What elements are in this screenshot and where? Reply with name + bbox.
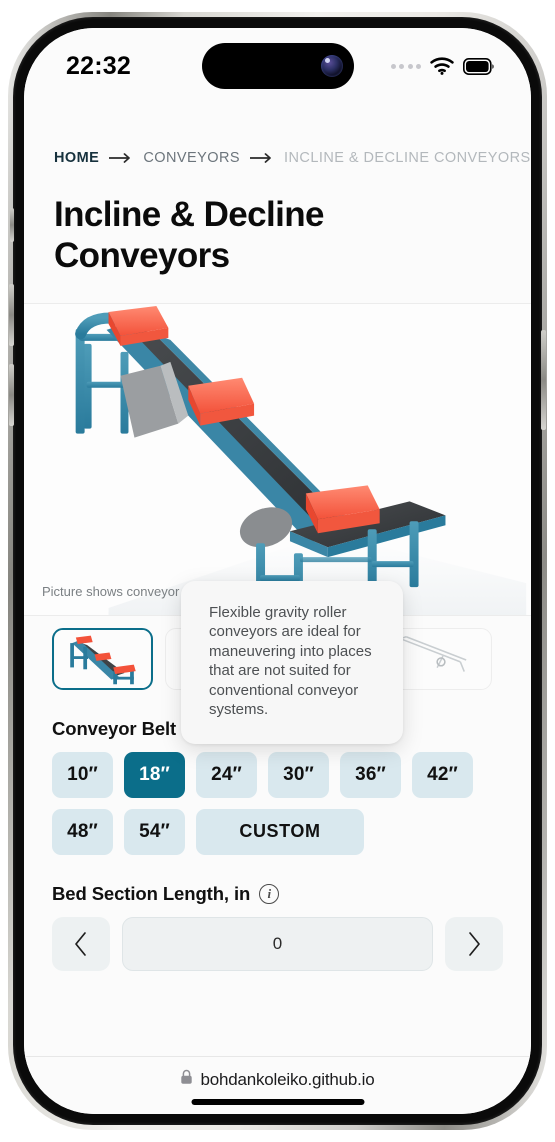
thumbnail-strip[interactable]: Flexible gravity roller conveyors are id… xyxy=(24,580,531,744)
belt-width-option-42[interactable]: 42″ xyxy=(412,751,473,798)
phone-screen: 22:32 HOME CONVEYORS INCLINE & DECLINE C… xyxy=(24,28,531,1114)
home-indicator[interactable] xyxy=(191,1099,364,1105)
battery-full-icon xyxy=(463,57,495,75)
bed-length-stepper[interactable]: 0 xyxy=(52,916,503,971)
url-row[interactable]: bohdankoleiko.github.io xyxy=(180,1069,375,1090)
dynamic-island[interactable] xyxy=(201,43,354,89)
silence-switch[interactable] xyxy=(10,208,14,242)
belt-width-option-36[interactable]: 36″ xyxy=(340,751,401,798)
hero-image-section: Picture shows conveyor with optional str… xyxy=(24,302,531,615)
front-camera-icon xyxy=(320,55,343,77)
belt-width-option-24[interactable]: 24″ xyxy=(196,751,257,798)
lock-icon xyxy=(180,1069,193,1090)
status-indicators xyxy=(390,57,496,75)
status-time: 22:32 xyxy=(66,51,131,80)
chevron-left-icon[interactable] xyxy=(52,916,110,971)
chevron-right-icon[interactable] xyxy=(445,916,503,971)
volume-up-button[interactable] xyxy=(9,284,14,346)
tooltip-popover: Flexible gravity roller conveyors are id… xyxy=(181,580,403,744)
schematic-conveyor-thumb[interactable] xyxy=(391,627,492,690)
page-title: Incline & Decline Conveyors xyxy=(54,195,324,276)
breadcrumb-item-home[interactable]: HOME xyxy=(54,150,99,166)
belt-width-option-30[interactable]: 30″ xyxy=(268,751,329,798)
belt-width-options[interactable]: 10″ 18″ 24″ 30″ 36″ 42″ 48″ 54″ CUSTOM xyxy=(52,751,503,855)
page-content: HOME CONVEYORS INCLINE & DECLINE CONVEYO… xyxy=(24,28,531,1056)
bed-length-value[interactable]: 0 xyxy=(122,916,433,971)
breadcrumb-item-current: INCLINE & DECLINE CONVEYORS xyxy=(284,150,531,166)
url-text[interactable]: bohdankoleiko.github.io xyxy=(200,1070,374,1090)
power-button[interactable] xyxy=(541,330,546,430)
volume-down-button[interactable] xyxy=(9,364,14,426)
belt-width-option-custom[interactable]: CUSTOM xyxy=(196,808,364,855)
signal-dots-icon xyxy=(390,63,421,69)
phone-frame: 22:32 HOME CONVEYORS INCLINE & DECLINE C… xyxy=(8,12,547,1130)
incline-decline-conveyor-image[interactable] xyxy=(24,303,531,615)
belt-width-option-10[interactable]: 10″ xyxy=(52,751,113,798)
belt-width-option-54[interactable]: 54″ xyxy=(124,808,185,855)
breadcrumb-item-conveyors[interactable]: CONVEYORS xyxy=(143,150,240,166)
belt-width-option-48[interactable]: 48″ xyxy=(52,808,113,855)
arrow-right-icon xyxy=(109,153,133,163)
bed-length-section: Bed Section Length, in i 0 xyxy=(52,883,503,971)
belt-width-option-18[interactable]: 18″ xyxy=(124,751,185,798)
info-icon[interactable]: i xyxy=(259,883,280,904)
arrow-right-icon xyxy=(250,153,274,163)
breadcrumb: HOME CONVEYORS INCLINE & DECLINE CONVEYO… xyxy=(24,92,531,166)
bed-length-label: Bed Section Length, in xyxy=(52,882,251,904)
browser-bottom-bar: bohdankoleiko.github.io xyxy=(24,1056,531,1114)
phone-bezel: 22:32 HOME CONVEYORS INCLINE & DECLINE C… xyxy=(13,17,542,1125)
wifi-icon xyxy=(430,57,454,75)
incline-conveyor-thumb[interactable] xyxy=(52,627,153,690)
bed-length-label-row: Bed Section Length, in i xyxy=(52,883,503,905)
